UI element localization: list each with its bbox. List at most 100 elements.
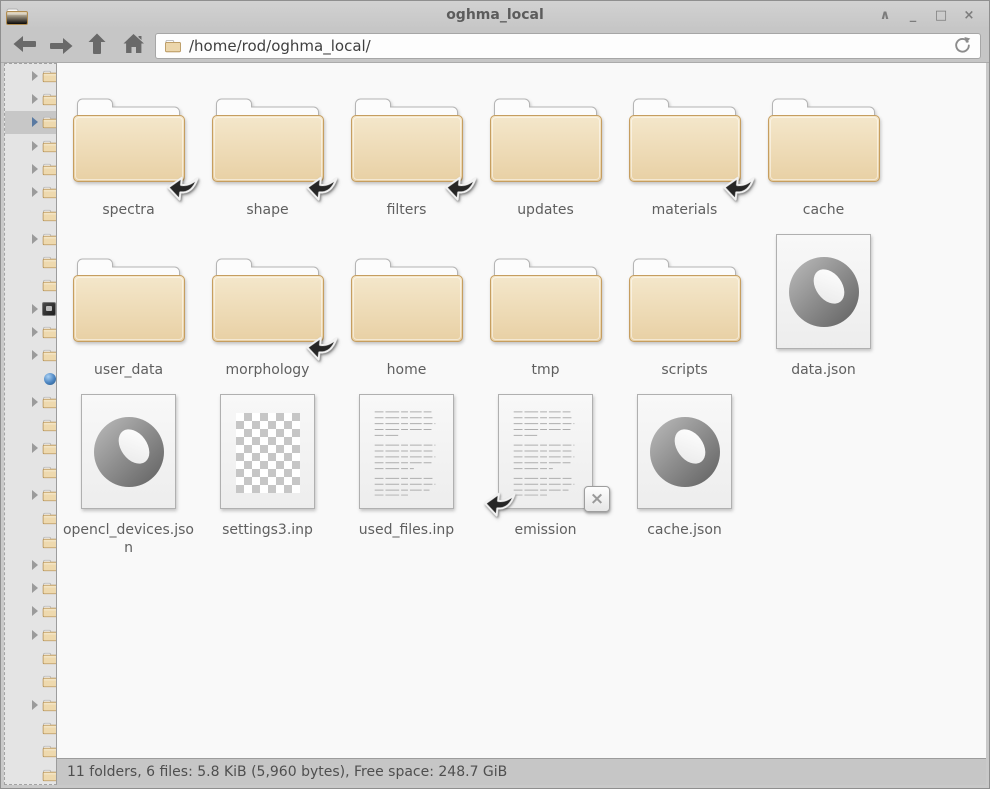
expander-triangle-icon[interactable]	[32, 490, 38, 500]
file-item-emission[interactable]: ×emission	[476, 395, 615, 555]
tree-row[interactable]	[5, 763, 56, 785]
up-button[interactable]	[83, 34, 111, 58]
file-item-updates[interactable]: updates	[476, 75, 615, 235]
file-item-filters[interactable]: filters	[337, 75, 476, 235]
maximize-button[interactable]: □	[931, 5, 951, 25]
expander-triangle-icon[interactable]	[32, 583, 38, 593]
file-item-data-json[interactable]: data.json	[754, 235, 893, 395]
file-item-tmp[interactable]: tmp	[476, 235, 615, 395]
tree-row[interactable]	[5, 134, 56, 157]
tree-row[interactable]	[5, 180, 56, 203]
tree-row[interactable]	[5, 390, 56, 413]
expander-triangle-icon[interactable]	[32, 164, 38, 174]
expander-triangle-icon[interactable]	[32, 117, 38, 127]
expander-triangle-icon[interactable]	[32, 187, 38, 197]
tree-folder-icon	[42, 417, 57, 433]
expander-triangle-icon[interactable]	[32, 630, 38, 640]
tree-row[interactable]	[5, 460, 56, 483]
tree-row[interactable]	[5, 157, 56, 180]
tree-row[interactable]	[5, 320, 56, 343]
titlebar[interactable]: oghma_local ∧_□×	[1, 1, 989, 29]
tree-folder-icon	[42, 580, 57, 596]
folder-icon	[626, 92, 744, 189]
tree-row[interactable]	[5, 204, 56, 227]
file-item-morphology[interactable]: morphology	[198, 235, 337, 395]
tree-row[interactable]	[5, 227, 56, 250]
file-item-materials[interactable]: materials	[615, 75, 754, 235]
forward-button[interactable]	[47, 34, 75, 58]
file-label: shape	[246, 201, 288, 219]
file-item-used-files-inp[interactable]: used_files.inp	[337, 395, 476, 555]
folder-tree-sidebar[interactable]	[4, 63, 57, 785]
file-view[interactable]: spectrashapefiltersupdatesmaterialscache…	[57, 63, 986, 758]
home-button[interactable]	[119, 34, 147, 58]
minimize-button[interactable]: _	[903, 5, 923, 25]
tree-row[interactable]	[5, 670, 56, 693]
tree-row[interactable]	[5, 250, 56, 273]
file-label: settings3.inp	[222, 521, 313, 539]
tree-row-selected[interactable]	[5, 111, 56, 134]
expander-triangle-icon[interactable]	[32, 141, 38, 151]
expander-triangle-icon[interactable]	[32, 700, 38, 710]
expander-triangle-icon[interactable]	[32, 304, 38, 314]
tree-row[interactable]	[5, 577, 56, 600]
file-item-home[interactable]: home	[337, 235, 476, 395]
back-button[interactable]	[11, 34, 39, 58]
shade-button[interactable]: ∧	[875, 5, 895, 25]
expander-triangle-icon[interactable]	[32, 71, 38, 81]
file-item-cache-json[interactable]: cache.json	[615, 395, 754, 555]
file-item-cache[interactable]: cache	[754, 75, 893, 235]
expander-triangle-icon[interactable]	[32, 443, 38, 453]
tree-row[interactable]	[5, 530, 56, 553]
tree-folder-icon	[42, 603, 57, 619]
pathbar[interactable]: /home/rod/oghma_local/	[155, 33, 981, 59]
tree-row[interactable]	[5, 693, 56, 716]
file-label: data.json	[791, 361, 856, 379]
text-file-icon	[359, 394, 454, 509]
tree-row[interactable]	[5, 716, 56, 739]
statusbar-text: 11 folders, 6 files: 5.8 KiB (5,960 byte…	[67, 764, 507, 780]
tree-row[interactable]	[5, 64, 56, 87]
file-label: emission	[514, 521, 576, 539]
expander-triangle-icon[interactable]	[32, 560, 38, 570]
tree-folder-icon	[42, 68, 57, 84]
expander-triangle-icon[interactable]	[32, 397, 38, 407]
close-button[interactable]: ×	[959, 5, 979, 25]
tree-row[interactable]	[5, 600, 56, 623]
json-file-icon	[776, 234, 871, 349]
tree-row[interactable]	[5, 483, 56, 506]
tree-row[interactable]	[5, 344, 56, 367]
file-item-settings3-inp[interactable]: settings3.inp	[198, 395, 337, 555]
expander-triangle-icon[interactable]	[32, 327, 38, 337]
tree-row[interactable]	[5, 623, 56, 646]
tree-row[interactable]	[5, 87, 56, 110]
file-item-scripts[interactable]: scripts	[615, 235, 754, 395]
expander-triangle-icon[interactable]	[32, 234, 38, 244]
file-label: opencl_devices.json	[62, 521, 196, 557]
tree-row[interactable]	[5, 437, 56, 460]
tree-folder-icon	[42, 627, 57, 643]
tree-row[interactable]	[5, 740, 56, 763]
file-label: used_files.inp	[359, 521, 454, 539]
tree-row[interactable]	[5, 367, 56, 390]
file-item-spectra[interactable]: spectra	[59, 75, 198, 235]
expander-triangle-icon[interactable]	[32, 350, 38, 360]
tree-row[interactable]	[5, 553, 56, 576]
forward-icon	[48, 35, 74, 57]
expander-triangle-icon[interactable]	[32, 94, 38, 104]
tree-row[interactable]	[5, 646, 56, 669]
tree-row[interactable]	[5, 413, 56, 436]
tree-row[interactable]	[5, 297, 56, 320]
file-item-shape[interactable]: shape	[198, 75, 337, 235]
tree-row[interactable]	[5, 274, 56, 297]
tree-sphere-icon	[42, 371, 57, 387]
tree-row[interactable]	[5, 507, 56, 530]
tree-folder-icon	[42, 767, 57, 783]
refresh-icon[interactable]	[953, 36, 972, 55]
file-item-opencl-devices-json[interactable]: opencl_devices.json	[59, 395, 198, 555]
json-file-icon	[81, 394, 176, 509]
path-text[interactable]: /home/rod/oghma_local/	[189, 37, 946, 55]
tree-folder-icon	[42, 324, 57, 340]
expander-triangle-icon[interactable]	[32, 606, 38, 616]
file-item-user-data[interactable]: user_data	[59, 235, 198, 395]
